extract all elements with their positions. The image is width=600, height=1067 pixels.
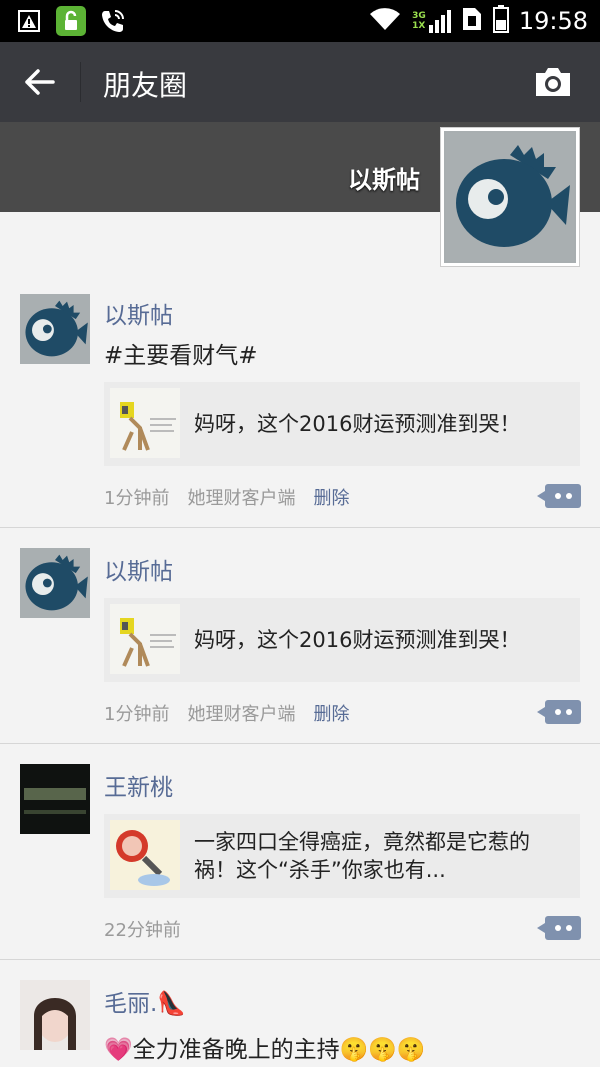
portrait-avatar-icon (20, 980, 90, 1050)
post-time: 1分钟前 (104, 488, 170, 509)
camera-icon (536, 68, 570, 96)
cover-avatar[interactable] (440, 127, 580, 267)
post-time: 22分钟前 (104, 920, 181, 941)
magnifier-thumbnail-icon (110, 820, 180, 890)
signal-bars-icon (428, 10, 451, 33)
dot-icon (554, 493, 561, 499)
shared-link-card[interactable]: 妈呀，这个2016财运预测准到哭！ (104, 382, 580, 466)
author-name[interactable]: 毛丽.👠 (104, 984, 186, 1018)
post-meta: 22分钟前 (104, 916, 181, 942)
comment-more-button[interactable] (537, 916, 581, 940)
battery-icon (492, 5, 509, 37)
sim-icon (461, 6, 483, 36)
action-bar: 朋友圈 (0, 42, 600, 122)
warning-icon (14, 6, 44, 36)
signal-indicator: 3G 1X (412, 9, 451, 33)
page-title: 朋友圈 (103, 69, 188, 102)
shared-link-card[interactable]: 一家四口全得癌症，竟然都是它惹的祸！这个“杀手”你家也有... (104, 814, 580, 898)
share-title: 一家四口全得癌症，竟然都是它惹的祸！这个“杀手”你家也有... (194, 830, 530, 882)
post-time: 1分钟前 (104, 704, 170, 725)
network-3g-label: 3G (412, 11, 426, 21)
moment-post: 王新桃 一家四口全得癌症，竟然都是它惹的祸！这个“杀手”你家也有... 22分钟… (0, 744, 600, 960)
dot-icon (554, 925, 561, 931)
dot-icon (565, 925, 572, 931)
post-source: 她理财客户端 (187, 704, 296, 725)
puppet-thumbnail-icon (110, 388, 180, 458)
unlock-app-icon (56, 6, 86, 36)
dot-icon (554, 709, 561, 715)
share-title: 妈呀，这个2016财运预测准到哭！ (194, 628, 521, 652)
status-system: 3G 1X 19:58 (368, 5, 588, 37)
post-source: 她理财客户端 (187, 488, 296, 509)
dot-icon (565, 493, 572, 499)
delete-link[interactable]: 删除 (313, 484, 349, 510)
fish-avatar-icon (446, 133, 574, 261)
dot-icon (565, 709, 572, 715)
shared-link-card[interactable]: 妈呀，这个2016财运预测准到哭！ (104, 598, 580, 682)
action-bar-divider (80, 62, 81, 102)
cover-user-name: 以斯帖 (348, 166, 420, 194)
comment-more-button[interactable] (537, 700, 581, 724)
status-bar: 3G 1X 19:58 (0, 0, 600, 42)
clock-time: 19:58 (518, 7, 588, 35)
post-text: 💗全力准备晚上的主持🤫🤫🤫 (104, 1037, 426, 1063)
fish-avatar-icon (20, 294, 90, 364)
wifi-icon (368, 6, 402, 36)
share-thumbnail (110, 604, 180, 674)
delete-link[interactable]: 删除 (313, 700, 349, 726)
puppet-thumbnail-icon (110, 604, 180, 674)
post-text: #主要看财气# (104, 343, 258, 369)
moment-post: 以斯帖 妈呀，这个2016财运预测准到哭！ 1分钟前 她理财客户端 删除 (0, 528, 600, 744)
comment-more-button[interactable] (537, 484, 581, 508)
phone-call-icon (98, 6, 128, 36)
avatar[interactable] (20, 980, 90, 1050)
camera-button[interactable] (528, 60, 578, 104)
status-notifications (14, 6, 128, 36)
avatar[interactable] (20, 294, 90, 364)
author-name[interactable]: 王新桃 (104, 768, 173, 802)
avatar[interactable] (20, 548, 90, 618)
calligraphy-avatar-icon (20, 764, 90, 834)
back-arrow-icon (25, 69, 55, 95)
share-title: 妈呀，这个2016财运预测准到哭！ (194, 412, 521, 436)
moment-post: 毛丽.👠 💗全力准备晚上的主持🤫🤫🤫 (0, 960, 600, 1067)
post-meta: 1分钟前 她理财客户端 删除 (104, 484, 349, 510)
author-name[interactable]: 以斯帖 (104, 552, 173, 586)
author-name[interactable]: 以斯帖 (104, 296, 173, 330)
back-button[interactable] (12, 57, 68, 107)
share-thumbnail (110, 388, 180, 458)
moment-post: 以斯帖 #主要看财气# 妈呀，这个2016财运预测准到哭！ 1分钟前 她理财客户… (0, 272, 600, 528)
avatar[interactable] (20, 764, 90, 834)
network-1x-label: 1X (412, 21, 426, 31)
fish-avatar-icon (20, 548, 90, 618)
post-meta: 1分钟前 她理财客户端 删除 (104, 700, 349, 726)
share-thumbnail (110, 820, 180, 890)
